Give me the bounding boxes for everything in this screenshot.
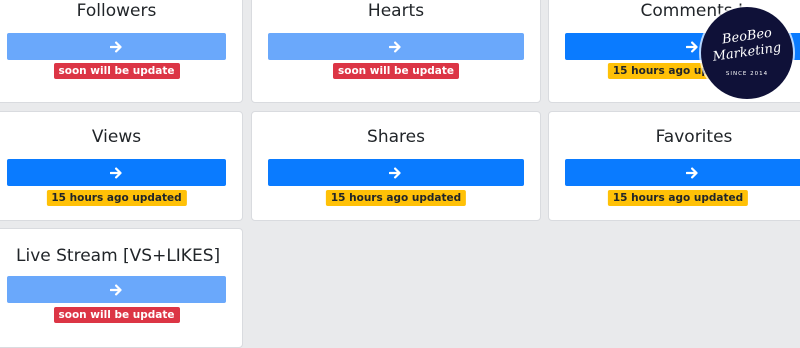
arrow-right-icon [686,166,698,179]
status-badge: 15 hours ago updated [607,190,749,206]
card-favorites: Favorites 15 hours ago updated [548,111,800,221]
hearts-go-button[interactable] [268,33,524,60]
card-title: Followers [76,1,157,21]
logo-text-line3: SINCE 2014 [725,71,769,77]
arrow-right-icon [686,40,698,53]
card-shares: Shares 15 hours ago updated [251,111,541,221]
arrow-right-icon [109,40,122,53]
arrow-right-icon [389,166,401,179]
live-stream-go-button[interactable] [7,276,226,303]
shares-go-button[interactable] [268,159,524,186]
status-badge: soon will be update [333,63,459,79]
card-title: Hearts [367,1,425,21]
card-title: Shares [367,127,425,147]
card-hearts: Hearts soon will be update [251,0,541,103]
brand-logo: BeoBeo Marketing SINCE 2014 [701,7,793,99]
card-views: Views 15 hours ago updated [0,111,243,221]
arrow-right-icon [109,166,122,179]
arrow-right-icon [389,40,401,53]
card-title: Live Stream [VS+LIKES] [16,246,221,266]
views-go-button[interactable] [7,159,226,186]
status-badge: 15 hours ago updated [325,190,467,206]
card-title: Views [91,127,142,147]
status-badge: 15 hours ago updated [46,190,187,206]
status-badge: soon will be update [53,307,180,323]
followers-go-button[interactable] [7,33,226,60]
card-followers: Followers soon will be update [0,0,243,103]
status-badge: soon will be update [53,63,180,79]
favorites-go-button[interactable] [565,159,800,186]
card-live-stream: Live Stream [VS+LIKES] soon will be upda… [0,228,243,348]
card-title: Favorites [655,127,733,147]
arrow-right-icon [109,283,122,296]
